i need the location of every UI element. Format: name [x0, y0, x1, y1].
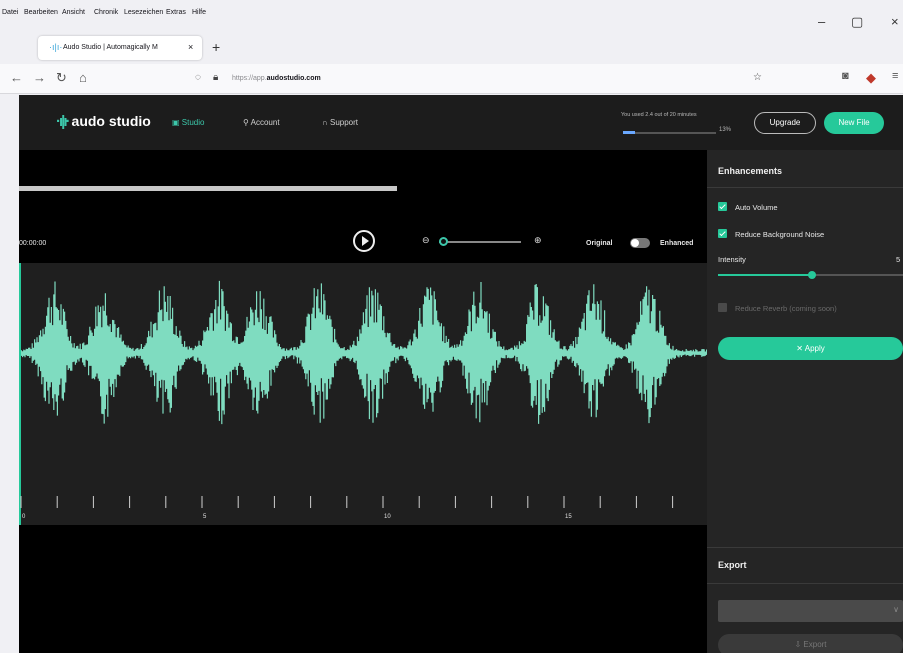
- menu-hamburger-icon[interactable]: ≡: [892, 70, 898, 82]
- menu-file[interactable]: Datei: [2, 9, 18, 16]
- playhead[interactable]: [19, 263, 21, 525]
- reload-icon[interactable]: ↻: [56, 70, 67, 86]
- timeline-label: 10: [384, 514, 391, 520]
- zoom-out-icon[interactable]: ⊖: [422, 235, 430, 246]
- browser-window: Datei Bearbeiten Ansicht Chronik Lesezei…: [0, 0, 903, 653]
- audo-studio-app: ·ı|ı· audo studio ▣ Studio ⚲ Account ∩ Su…: [19, 95, 903, 653]
- upgrade-button[interactable]: Upgrade: [754, 112, 816, 134]
- divider: [707, 187, 903, 188]
- reduce-reverb-checkbox: [718, 303, 727, 312]
- forward-icon[interactable]: →: [33, 70, 46, 85]
- app-header: ·ı|ı· audo studio ▣ Studio ⚲ Account ∩ Su…: [19, 95, 903, 150]
- intensity-value: 5: [896, 255, 901, 264]
- timeline-label: 0: [22, 514, 26, 520]
- original-enhanced-toggle[interactable]: [630, 238, 650, 248]
- tab-title: Audo Studio | Automagically M: [63, 44, 158, 51]
- brand-logo[interactable]: ·ı|ı· audo studio: [56, 113, 151, 131]
- menu-history[interactable]: Chronik: [94, 9, 118, 16]
- reduce-noise-label: Reduce Background Noise: [735, 230, 825, 239]
- waveform-path: [19, 280, 707, 425]
- menu-edit[interactable]: Bearbeiten: [24, 9, 58, 16]
- zoom-slider-handle[interactable]: [439, 237, 448, 246]
- intensity-label: Intensity: [718, 255, 746, 264]
- usage-progress-bar: [623, 131, 716, 134]
- reduce-reverb-label: Reduce Reverb (coming soon): [735, 304, 837, 313]
- play-button[interactable]: [353, 230, 375, 252]
- user-icon: ⚲: [243, 118, 249, 127]
- menu-extras[interactable]: Extras: [166, 9, 186, 16]
- intensity-slider-fill: [718, 274, 811, 276]
- intensity-slider-handle[interactable]: [808, 271, 816, 279]
- shield-icon[interactable]: ◌: [195, 72, 201, 83]
- brand-name: audo studio: [71, 113, 151, 129]
- waveform-graphic: 0 5 10 15: [19, 263, 707, 525]
- tab-favicon-icon: ·ı|ı·: [49, 42, 63, 52]
- home-icon[interactable]: ⌂: [79, 70, 87, 85]
- studio-icon: ▣: [172, 118, 180, 127]
- nav-support[interactable]: ∩ Support: [322, 118, 358, 127]
- window-maximize-button[interactable]: ▢: [851, 14, 863, 30]
- tab-close-icon[interactable]: ×: [188, 42, 193, 52]
- window-close-button[interactable]: ×: [891, 14, 899, 29]
- headphones-icon: ∩: [322, 118, 328, 127]
- pocket-icon[interactable]: ◙: [842, 70, 849, 82]
- back-icon[interactable]: ←: [10, 70, 23, 85]
- browser-tab[interactable]: ·ı|ı· Audo Studio | Automagically M ×: [38, 36, 202, 60]
- menu-view[interactable]: Ansicht: [62, 9, 85, 16]
- divider: [707, 547, 903, 548]
- url-text[interactable]: https://app.audostudio.com: [232, 75, 321, 82]
- toggle-knob: [631, 239, 639, 247]
- extension-icon[interactable]: ◆: [866, 70, 876, 86]
- zoom-in-icon[interactable]: ⊕: [534, 235, 542, 246]
- auto-volume-checkbox[interactable]: [718, 202, 727, 211]
- nav-studio[interactable]: ▣ Studio: [172, 118, 204, 127]
- usage-progress-fill: [623, 131, 636, 134]
- url-bar[interactable]: ◌ 🔒︎ https://app.audostudio.com ☆: [190, 69, 780, 89]
- usage-text: You used 2.4 out of 20 minutes: [621, 112, 697, 118]
- playback-progress-bar[interactable]: [19, 186, 397, 191]
- nav-account[interactable]: ⚲ Account: [243, 118, 280, 127]
- usage-percent: 13%: [719, 127, 732, 133]
- magic-wand-icon: ✕: [796, 344, 803, 353]
- new-tab-button[interactable]: +: [212, 39, 220, 55]
- menu-bookmarks[interactable]: Lesezeichen: [124, 9, 163, 16]
- lock-icon[interactable]: 🔒︎: [213, 72, 218, 83]
- divider: [707, 583, 903, 584]
- export-format-select[interactable]: ∨: [718, 600, 903, 622]
- apply-button[interactable]: ✕ Apply: [718, 337, 903, 360]
- export-button[interactable]: ⇩ Export: [718, 634, 903, 653]
- auto-volume-label: Auto Volume: [735, 203, 778, 212]
- timeline-label: 15: [565, 514, 572, 520]
- window-minimize-button[interactable]: –: [818, 14, 825, 29]
- menu-help[interactable]: Hilfe: [192, 9, 206, 16]
- export-title: Export: [718, 560, 747, 570]
- timeline-label: 5: [203, 514, 207, 520]
- current-time: 00:00:00: [19, 240, 47, 247]
- navigation-bar: ← → ↻ ⌂ ◌ 🔒︎ https://app.audostudio.com …: [0, 64, 903, 94]
- waveform-area[interactable]: 0 5 10 15: [19, 263, 707, 525]
- zoom-slider[interactable]: [439, 241, 521, 243]
- new-file-button[interactable]: New File: [824, 112, 884, 134]
- chevron-down-icon: ∨: [893, 605, 899, 614]
- reduce-noise-checkbox[interactable]: [718, 229, 727, 238]
- play-icon: [362, 236, 369, 246]
- bookmark-star-icon[interactable]: ☆: [753, 72, 762, 83]
- original-label: Original: [586, 240, 613, 247]
- enhancements-title: Enhancements: [718, 166, 783, 176]
- brand-logo-icon: ·ı|ı·: [56, 113, 70, 130]
- export-icon: ⇩: [794, 640, 802, 649]
- menu-bar: Datei Bearbeiten Ansicht Chronik Lesezei…: [0, 0, 903, 30]
- enhanced-label: Enhanced: [660, 240, 694, 247]
- enhancements-panel: Enhancements Auto Volume Reduce Backgrou…: [707, 150, 903, 653]
